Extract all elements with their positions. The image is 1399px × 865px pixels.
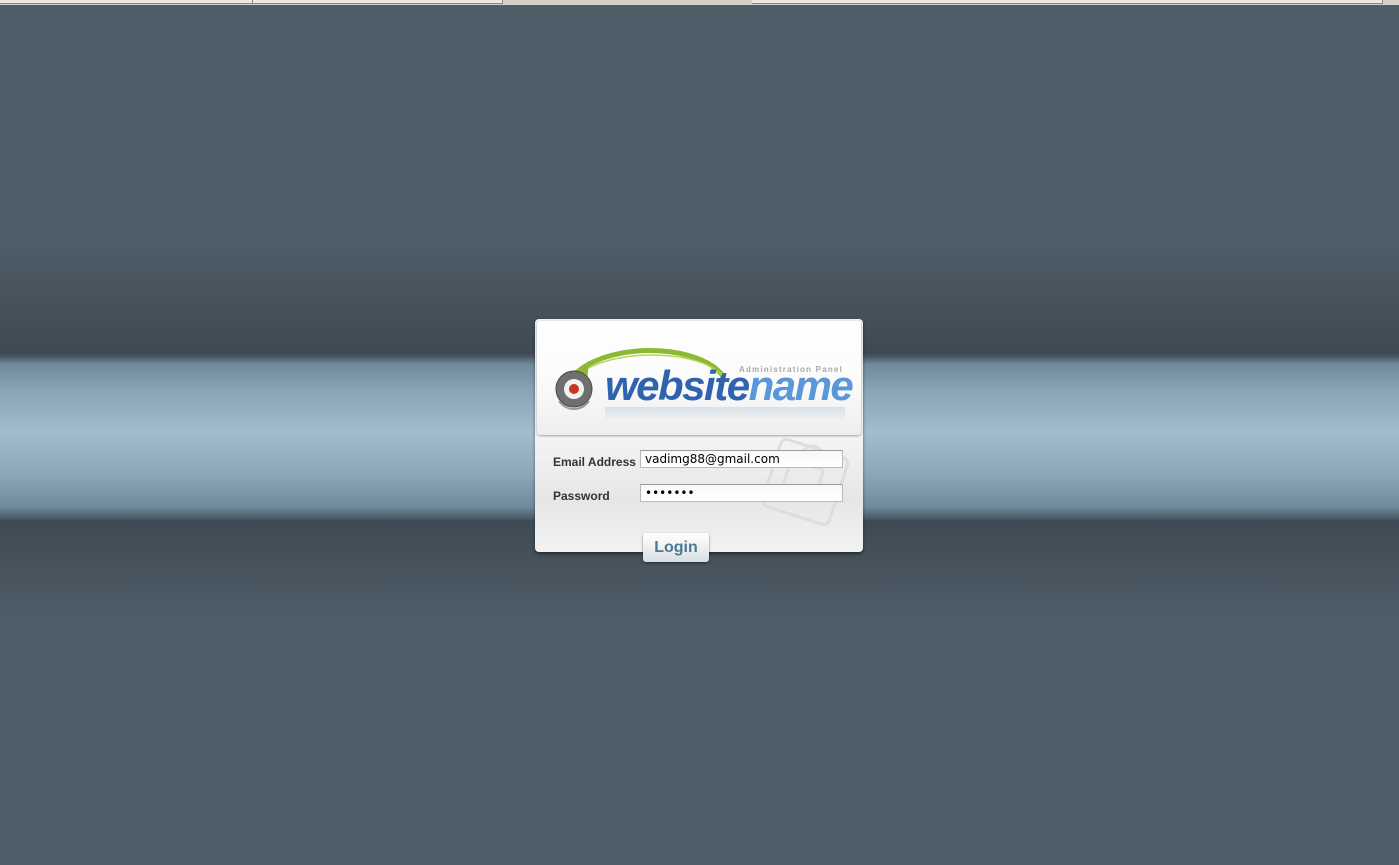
email-field[interactable] bbox=[640, 450, 843, 468]
browser-tab-strip bbox=[0, 0, 1399, 5]
login-button[interactable]: Login bbox=[643, 533, 709, 562]
logo-word-name: name bbox=[748, 362, 854, 409]
logo-word-website: website bbox=[605, 362, 750, 409]
tab-segment bbox=[253, 0, 503, 4]
password-label: Password bbox=[553, 489, 610, 503]
email-label: Email Address bbox=[553, 455, 636, 469]
tab-segment bbox=[752, 0, 1383, 4]
logo-header: Administration Panel websitename bbox=[537, 321, 861, 435]
password-field[interactable] bbox=[640, 484, 843, 502]
tab-segment bbox=[0, 0, 253, 4]
logo-wordmark: websitename bbox=[605, 361, 854, 411]
logo-reflection bbox=[605, 407, 845, 421]
login-panel: Administration Panel websitename Email A… bbox=[535, 319, 863, 562]
